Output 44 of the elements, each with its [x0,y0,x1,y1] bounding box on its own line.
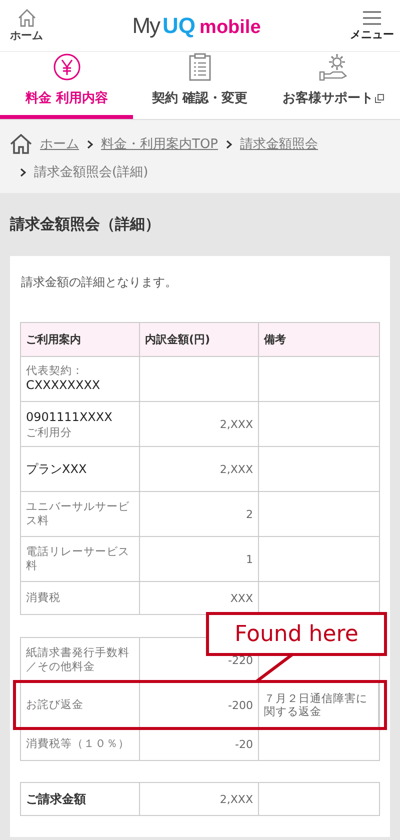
breadcrumb-link[interactable]: ホーム [40,135,79,153]
item-label: プランXXX [26,460,88,478]
column-header: ご利用案内 [26,332,82,347]
breadcrumb-link[interactable]: 請求金額照会 [240,135,318,153]
item-label: 代表契約： [26,364,84,378]
nav-tab[interactable]: お客様サポート [266,52,400,119]
item-label: 電話リレーサービス料 [26,545,130,573]
amount-value: 2,XXX [220,792,253,806]
logo: MyUQ mobile [132,12,261,38]
amount-value: 1 [246,552,253,566]
chevron-icon [226,140,232,148]
item-label: 消費税 [26,591,62,605]
chevron-icon [87,140,93,148]
amount-value: 2 [246,508,253,520]
home-icon [16,8,36,28]
item-label: お詫び返金 [26,698,84,712]
page-title: 請求金額照会（詳細） [10,215,160,234]
column-header: 備考 [264,332,287,347]
amount-value: -220 [228,654,253,666]
item-label: 紙請求書発行手数料／その他料金 [26,646,130,674]
yen-icon [52,53,81,81]
breadcrumb-current: 請求金額照会(詳細) [34,164,148,181]
amount-value: XXX [230,592,253,604]
item-label: ユニバーサルサービス料 [26,500,130,528]
home-icon[interactable] [10,134,32,154]
menu-button[interactable]: メニュー [350,9,394,42]
home-button[interactable]: ホーム [10,8,43,43]
column-header: 内訳金額(円) [145,332,212,347]
item-label: CXXXXXXXX [26,377,102,394]
breadcrumb-link[interactable]: 料金・利用案内TOP [101,135,218,153]
item-label: 0901111XXXX [26,408,114,426]
amount-value: -20 [235,738,253,750]
chevron-icon [20,168,26,176]
item-label: ご利用分 [26,426,73,440]
item-label: 消費税等（１０％） [26,737,130,751]
item-label: ご請求金額 [26,790,87,808]
nav-tab[interactable]: 契約 確認・変更 [133,52,267,119]
amount-value: 2,XXX [220,462,253,476]
callout-box: Found here [206,612,387,656]
menu-icon [362,9,382,27]
remarks-text: ７月２日通信障害に関する返金 [264,692,368,718]
amount-value: -200 [228,698,253,712]
amount-value: 2,XXX [220,418,253,430]
description-text: 請求金額の詳細となります。 [21,275,177,289]
